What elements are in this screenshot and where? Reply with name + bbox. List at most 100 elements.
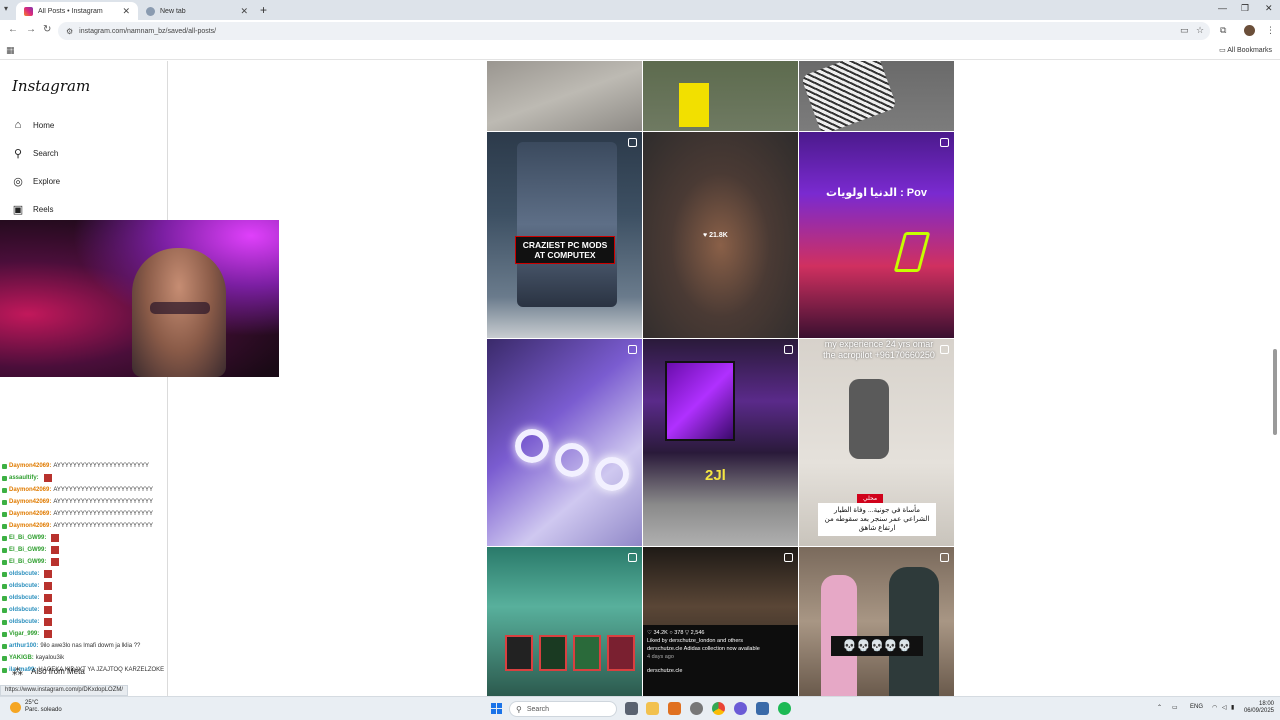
volume-icon[interactable]: ◁ <box>1222 704 1227 711</box>
tab-instagram[interactable]: All Posts • Instagram ✕ <box>16 2 138 20</box>
chrome-icon[interactable] <box>712 702 725 715</box>
post-tile[interactable]: ♡ 34.2K ○ 378 ▽ 2,546 Liked by derschutz… <box>643 547 798 696</box>
extensions-icon[interactable]: ⧉ <box>1220 25 1226 36</box>
chat-username[interactable]: arthur100: <box>9 643 38 649</box>
system-clock[interactable]: 18:00 06/09/2025 <box>1244 701 1274 715</box>
post-tile[interactable]: ♥ 21.8K <box>643 132 798 338</box>
chat-username[interactable]: Daymon42069: <box>9 523 51 529</box>
post-tile[interactable]: my experience 24 yrs omar the acropilot … <box>799 339 954 546</box>
post-tile[interactable]: الدنيا اولويات : Pov <box>799 132 954 338</box>
app-icon[interactable] <box>690 702 703 715</box>
language-indicator[interactable]: ENG <box>1190 704 1203 710</box>
bookmark-star-icon[interactable]: ☆ <box>1196 25 1204 36</box>
maximize-icon[interactable]: ❐ <box>1241 3 1249 14</box>
messenger-icon[interactable] <box>734 702 747 715</box>
chat-message: Daymon42069: AYYYYYYYYYYYYYYYYYYYYYYYY <box>2 496 167 508</box>
site-info-icon[interactable]: ⚙ <box>66 27 73 36</box>
chat-text: AYYYYYYYYYYYYYYYYYYYYYYYY <box>53 523 153 529</box>
minimize-icon[interactable]: — <box>1218 3 1227 13</box>
post-tile[interactable] <box>643 61 798 131</box>
all-bookmarks[interactable]: ▭ All Bookmarks <box>1219 46 1272 54</box>
sidebar-item-reels[interactable]: ▣ Reels <box>12 203 54 216</box>
sidebar-item-explore[interactable]: ◎ Explore <box>12 175 60 188</box>
chat-username[interactable]: oldsbcute: <box>9 619 39 625</box>
chat-emote-icon <box>43 474 52 482</box>
tray-chevron-icon[interactable]: ⌃ <box>1157 704 1162 711</box>
close-tab-icon[interactable]: ✕ <box>240 6 248 17</box>
chat-emote-icon <box>44 582 53 590</box>
frame <box>607 635 635 671</box>
cast-icon[interactable]: ▭ <box>1180 25 1189 36</box>
apps-grid-icon[interactable]: ▦ <box>6 45 15 56</box>
post-tile[interactable]: 💀💀💀💀💀 <box>799 547 954 696</box>
file-explorer-icon[interactable] <box>646 702 659 715</box>
tray-app-icon[interactable]: ▭ <box>1172 704 1178 711</box>
wifi-icon[interactable]: ◠ <box>1212 704 1217 711</box>
chat-username[interactable]: oldsbcute: <box>9 607 39 613</box>
all-bookmarks-label: All Bookmarks <box>1227 47 1272 54</box>
chat-badge-icon <box>2 547 7 553</box>
chat-text: AYYYYYYYYYYYYYYYYYYYYYYYY <box>53 511 153 517</box>
chat-text: AYYYYYYYYYYYYYYYYYYYYYYY <box>53 463 149 469</box>
instagram-logo[interactable]: Instagram <box>12 77 90 95</box>
back-icon[interactable]: ← <box>8 24 18 35</box>
sidebar-item-home[interactable]: ⌂ Home <box>12 119 55 131</box>
address-bar[interactable]: ⚙ instagram.com/namnam_bz/saved/all-post… <box>58 22 1210 40</box>
reload-icon[interactable]: ↻ <box>43 24 51 35</box>
new-tab-button[interactable]: + <box>260 3 267 17</box>
chat-username[interactable]: assaultify: <box>9 475 39 481</box>
webcam-overlay <box>0 220 279 377</box>
close-window-icon[interactable]: ✕ <box>1265 3 1273 14</box>
search-icon: ⚲ <box>516 704 522 714</box>
chat-username[interactable]: Daymon42069: <box>9 499 51 505</box>
chat-username[interactable]: YAKIGB: <box>9 655 34 661</box>
windows-start-icon[interactable] <box>491 703 502 714</box>
chat-username[interactable]: El_Bi_GW99: <box>9 559 46 565</box>
post-overlay-text: my experience 24 yrs omar the acropilot … <box>823 339 935 360</box>
post-stats: ♡ 34.2K ○ 378 ▽ 2,546 <box>647 630 705 636</box>
scrollbar-thumb[interactable] <box>1273 349 1277 435</box>
taskbar-search[interactable]: ⚲ Search <box>509 701 617 717</box>
chat-username[interactable]: El_Bi_GW99: <box>9 547 46 553</box>
post-tile[interactable]: CRAZIEST PC MODS AT COMPUTEX <box>487 132 642 338</box>
chat-message: El_Bi_GW99: <box>2 544 167 556</box>
chat-username[interactable]: Vigar_999: <box>9 631 39 637</box>
chat-username[interactable]: Daymon42069: <box>9 511 51 517</box>
post-tile[interactable] <box>799 61 954 131</box>
spotify-icon[interactable] <box>778 702 791 715</box>
chat-username[interactable]: oldsbcute: <box>9 595 39 601</box>
post-tile[interactable] <box>487 339 642 546</box>
battery-icon[interactable]: ▮ <box>1231 704 1234 711</box>
sidebar-item-search[interactable]: ⚲ Search <box>12 147 58 160</box>
chat-text: 9ilo awe3lo nas lmafi dowm ja lklia ?? <box>40 643 141 649</box>
post-tile[interactable] <box>487 61 642 131</box>
chat-emote-icon <box>44 570 53 578</box>
page-scrollbar[interactable] <box>1273 61 1277 696</box>
menu-icon[interactable]: ⋮ <box>1266 25 1275 36</box>
news-badge: محلي <box>857 494 884 503</box>
chat-username[interactable]: Daymon42069: <box>9 487 51 493</box>
task-view-icon[interactable] <box>625 702 638 715</box>
app-icon[interactable] <box>668 702 681 715</box>
fan-ring <box>515 429 549 463</box>
settings-app-icon[interactable] <box>756 702 769 715</box>
chat-message: Daymon42069: AYYYYYYYYYYYYYYYYYYYYYYYY <box>2 520 167 532</box>
post-tile[interactable] <box>487 547 642 696</box>
profile-avatar[interactable] <box>1244 25 1255 36</box>
sidebar-item-also-from-meta[interactable]: ⁂ Also from Meta <box>12 665 85 678</box>
browser-tab-strip: ▾ All Posts • Instagram ✕ New tab ✕ + — … <box>0 0 1280 20</box>
forward-icon[interactable]: → <box>26 24 36 35</box>
instagram-page: Instagram ⌂ Home ⚲ Search ◎ Explore ▣ Re… <box>0 61 1280 696</box>
chat-badge-icon <box>2 595 7 601</box>
chat-username[interactable]: oldsbcute: <box>9 583 39 589</box>
weather-widget[interactable]: 25°C Parc. soleado <box>10 700 62 714</box>
chat-username[interactable]: Daymon42069: <box>9 463 51 469</box>
close-tab-icon[interactable]: ✕ <box>122 6 130 17</box>
chat-username[interactable]: oldsbcute: <box>9 571 39 577</box>
reel-icon <box>628 553 637 562</box>
chat-username[interactable]: El_Bi_GW99: <box>9 535 46 541</box>
tab-new-tab[interactable]: New tab ✕ <box>138 2 256 20</box>
frame <box>539 635 567 671</box>
tab-search-icon[interactable]: ▾ <box>4 4 8 13</box>
post-tile[interactable]: 2Jl <box>643 339 798 546</box>
